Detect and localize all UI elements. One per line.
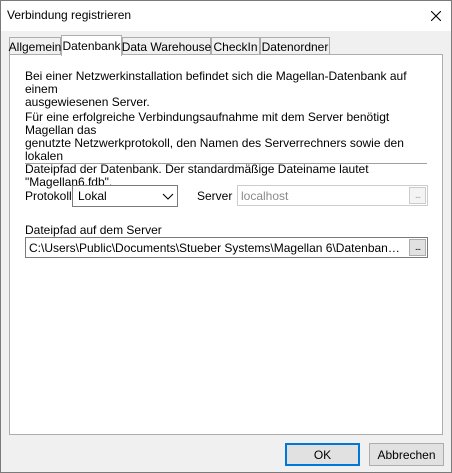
path-value: C:\Users\Public\Documents\Stueber System… bbox=[29, 241, 405, 255]
server-label: Server bbox=[197, 189, 233, 203]
chevron-down-icon bbox=[162, 193, 174, 200]
window-title: Verbindung registrieren bbox=[7, 8, 132, 22]
path-label: Dateipfad auf dem Server bbox=[25, 223, 162, 237]
server-value: localhost bbox=[241, 189, 289, 203]
tab-datenbank[interactable]: Datenbank bbox=[61, 35, 122, 56]
server-browse-button[interactable]: ... bbox=[409, 187, 426, 204]
path-browse-button[interactable]: ... bbox=[409, 239, 426, 256]
separator bbox=[25, 163, 427, 164]
protocol-value: Lokal bbox=[78, 189, 107, 203]
tab-data-warehouse[interactable]: Data Warehouse bbox=[122, 37, 211, 55]
server-input[interactable]: localhost ... bbox=[237, 185, 428, 206]
close-button[interactable] bbox=[421, 1, 451, 31]
tab-allgemein[interactable]: Allgemein bbox=[9, 37, 61, 55]
protocol-label: Protokoll bbox=[25, 189, 72, 203]
cancel-button[interactable]: Abbrechen bbox=[369, 443, 444, 466]
title-bar: Verbindung registrieren bbox=[1, 1, 451, 31]
intro-text: Bei einer Netzwerkinstallation befindet … bbox=[25, 69, 407, 109]
close-icon bbox=[431, 11, 441, 21]
path-input[interactable]: C:\Users\Public\Documents\Stueber System… bbox=[25, 237, 428, 258]
ok-button[interactable]: OK bbox=[285, 443, 360, 466]
info-text: Für eine erfolgreiche Verbindungsaufnahm… bbox=[25, 110, 404, 189]
tab-checkin[interactable]: CheckIn bbox=[211, 37, 260, 55]
dialog-window: Verbindung registrieren Allgemein Datenb… bbox=[0, 0, 452, 473]
protocol-select[interactable]: Lokal bbox=[72, 185, 178, 207]
tab-panel-datenbank: Bei einer Netzwerkinstallation befindet … bbox=[9, 54, 443, 435]
tab-datenordner[interactable]: Datenordner bbox=[260, 37, 330, 55]
